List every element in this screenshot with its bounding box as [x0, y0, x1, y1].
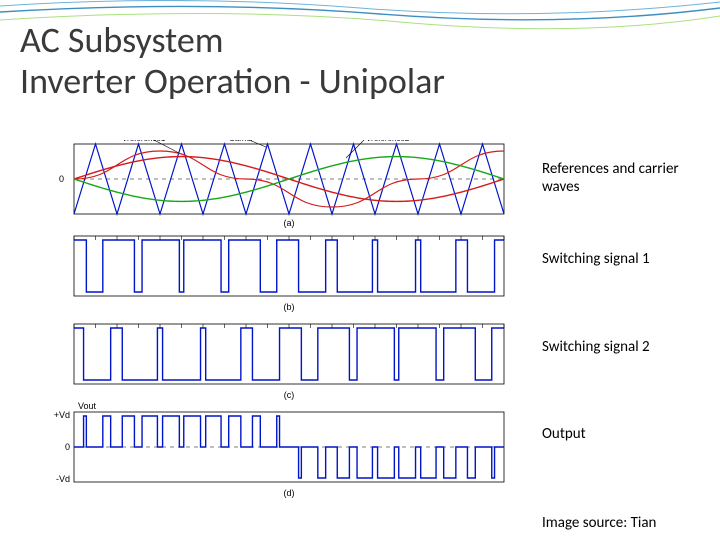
- legend-carrier: Carrier: [229, 140, 254, 143]
- title-line1: AC Subsystem: [20, 18, 224, 62]
- vout-zero: 0: [65, 442, 70, 452]
- panel-c-caption: (c): [284, 390, 295, 400]
- label-switching-1: Switching signal 1: [542, 250, 650, 268]
- panel-b-caption: (b): [284, 302, 295, 312]
- image-source: Image source: Tian: [542, 514, 656, 532]
- output-voltage: [74, 416, 504, 478]
- switching-signal-1: [74, 240, 504, 292]
- label-output: Output: [542, 425, 586, 443]
- legend-ref2: Vreference2: [366, 140, 410, 143]
- vout-plus: +Vd: [54, 410, 70, 420]
- unipolar-pwm-figure: 0 Vreference1 Carrier: [34, 140, 530, 508]
- panel-a: 0 Vreference1 Carrier: [59, 140, 504, 228]
- slide-title: AC Subsystem Inverter Operation - Unipol…: [20, 20, 445, 103]
- legend-ref1: Vreference1: [122, 140, 166, 143]
- panel-c: (c): [74, 324, 504, 400]
- panel-d: +Vd 0 -Vd Vout (d): [54, 401, 504, 498]
- label-references: References and carrier waves: [542, 160, 702, 196]
- vout-minus: -Vd: [56, 474, 70, 484]
- panel-a-zero: 0: [59, 174, 64, 184]
- panel-b: (b): [74, 236, 504, 312]
- switching-signal-2: [74, 328, 504, 380]
- label-switching-2: Switching signal 2: [542, 338, 650, 356]
- panel-a-caption: (a): [284, 218, 295, 228]
- vout-title: Vout: [78, 401, 97, 411]
- panel-d-caption: (d): [284, 488, 295, 498]
- title-line2: Inverter Operation - Unipolar: [20, 59, 445, 103]
